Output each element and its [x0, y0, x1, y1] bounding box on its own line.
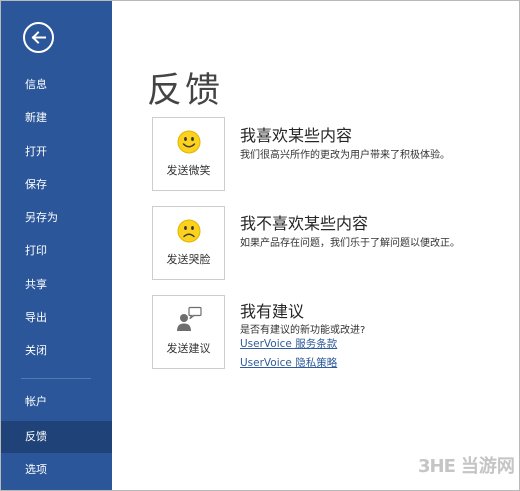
sidebar-item-export[interactable]: 导出: [1, 302, 112, 334]
send-smile-label: 发送微笑: [166, 164, 211, 177]
sidebar-item-save[interactable]: 保存: [1, 169, 112, 201]
like-section-title: 我喜欢某些内容: [240, 126, 353, 145]
sidebar-item-account[interactable]: 帐户: [1, 386, 112, 418]
sidebar: 信息 新建 打开 保存 另存为 打印 共享 导出 关闭 帐户 反馈 选项: [1, 1, 112, 490]
sidebar-item-feedback[interactable]: 反馈: [1, 421, 112, 453]
sidebar-item-close[interactable]: 关闭: [1, 335, 112, 367]
dislike-section-description: 如果产品存在问题，我们乐于了解问题以便改正。: [240, 238, 460, 249]
uservoice-privacy-link[interactable]: UserVoice 隐私策略: [240, 355, 337, 370]
back-button[interactable]: [23, 22, 54, 53]
sidebar-item-options[interactable]: 选项: [1, 454, 112, 486]
like-section-description: 我们很高兴所作的更改为用户带来了积极体验。: [240, 150, 450, 161]
suggestion-section-description: 是否有建议的新功能或改进?: [240, 325, 366, 336]
sidebar-divider: [21, 378, 91, 379]
watermark: 3HE 当游网: [418, 452, 515, 478]
watermark-logo: 3HE: [418, 456, 456, 477]
sidebar-item-share[interactable]: 共享: [1, 269, 112, 301]
send-frown-label: 发送哭脸: [166, 253, 211, 266]
sidebar-item-new[interactable]: 新建: [1, 102, 112, 134]
dislike-section-title: 我不喜欢某些内容: [240, 214, 369, 233]
frown-face-icon: [177, 219, 201, 243]
sidebar-item-info[interactable]: 信息: [1, 69, 112, 101]
send-frown-button[interactable]: 发送哭脸: [152, 206, 225, 280]
send-suggestion-button[interactable]: 发送建议: [152, 295, 225, 369]
send-smile-button[interactable]: 发送微笑: [152, 117, 225, 191]
back-arrow-icon: [31, 31, 46, 44]
watermark-text: 当游网: [460, 456, 515, 477]
person-speech-bubble-icon: [177, 306, 202, 331]
smiley-face-icon: [177, 130, 201, 154]
sidebar-item-print[interactable]: 打印: [1, 235, 112, 267]
sidebar-item-save-as[interactable]: 另存为: [1, 202, 112, 234]
sidebar-item-open[interactable]: 打开: [1, 136, 112, 168]
suggestion-section-title: 我有建议: [240, 302, 305, 321]
uservoice-terms-link[interactable]: UserVoice 服务条款: [240, 336, 337, 351]
page-title: 反馈: [147, 71, 224, 111]
send-suggestion-label: 发送建议: [166, 342, 211, 355]
